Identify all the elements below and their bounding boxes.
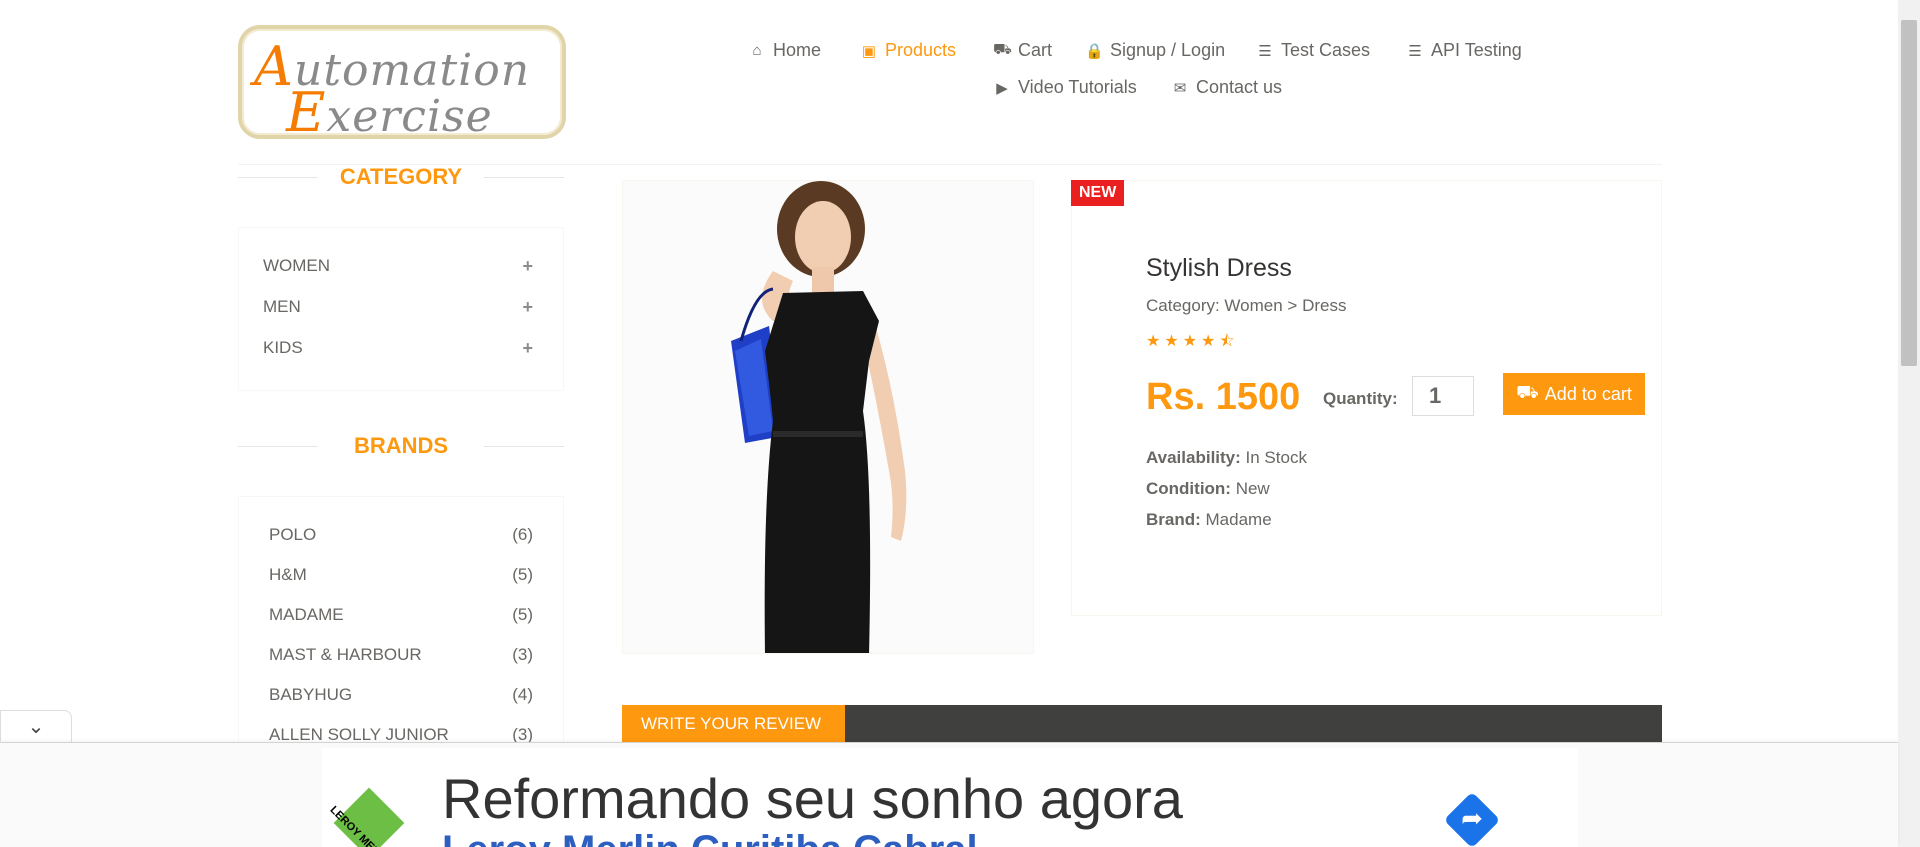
brands-title: BRANDS — [238, 433, 564, 459]
list-icon: ☰ — [1408, 42, 1422, 60]
ad-subtitle: Leroy Merlin Curitiba Cabral — [442, 828, 978, 847]
arrow-right-icon: ➦ — [1461, 803, 1483, 833]
product-name: Stylish Dress — [1146, 254, 1292, 282]
home-icon: ⌂ — [752, 42, 762, 59]
nav-contact-us[interactable]: ✉ Contact us — [1171, 77, 1282, 98]
category-title: CATEGORY — [238, 164, 564, 190]
star-icon: ★ — [1164, 333, 1183, 350]
ad-title: Reformando seu sonho agora — [442, 767, 1183, 830]
condition: Condition: New — [1146, 479, 1270, 498]
plus-icon[interactable]: + — [522, 256, 533, 277]
product-photo-illustration — [623, 181, 1033, 653]
ad-collapse-button[interactable]: ⌄ — [0, 710, 72, 742]
product-image — [622, 180, 1034, 654]
cart-icon: ⛟ — [993, 41, 1012, 58]
lock-icon: 🔒 — [1085, 42, 1104, 60]
briefcase-icon: ▣ — [861, 42, 877, 60]
quantity-label: Quantity: — [1323, 389, 1398, 408]
envelope-icon: ✉ — [1173, 79, 1187, 97]
ad-content[interactable]: LEROY MERLIN Reformando seu sonho agora … — [322, 748, 1578, 847]
category-women[interactable]: WOMEN + — [263, 255, 533, 277]
brand-item-hm[interactable]: H&M (5) — [269, 564, 533, 586]
star-icon: ★ — [1146, 333, 1165, 350]
brand-item-madame[interactable]: MADAME (5) — [269, 604, 533, 626]
category-panel: WOMEN + MEN + KIDS + — [238, 227, 564, 391]
nav-cart[interactable]: ⛟ Cart — [993, 40, 1052, 61]
add-to-cart-button[interactable]: ⛟ Add to cart — [1503, 373, 1645, 415]
nav-home[interactable]: ⌂ Home — [748, 40, 821, 61]
quantity-input[interactable] — [1412, 376, 1474, 416]
cart-icon: ⛟ — [1516, 382, 1539, 402]
nav-video-tutorials[interactable]: ▶ Video Tutorials — [993, 77, 1137, 98]
nav-signup-login[interactable]: 🔒 Signup / Login — [1085, 40, 1225, 61]
availability: Availability: In Stock — [1146, 448, 1307, 467]
rating-stars: ★★★★⯪ — [1146, 330, 1239, 357]
plus-icon[interactable]: + — [522, 297, 533, 318]
logo-line-2: Exercise — [286, 81, 493, 144]
plus-icon[interactable]: + — [522, 338, 533, 359]
star-icon: ★ — [1182, 333, 1202, 350]
youtube-icon: ▶ — [996, 79, 1008, 97]
nav-api-testing[interactable]: ☰ API Testing — [1406, 40, 1521, 61]
star-icon: ★ — [1201, 333, 1220, 350]
site-logo[interactable]: Automation Exercise — [238, 25, 566, 144]
brands-panel: POLO (6) H&M (5) MADAME (5) MAST & HARBOUR(… — [238, 496, 564, 756]
brand: Brand: Madame — [1146, 510, 1272, 529]
category-men[interactable]: MEN + — [263, 296, 533, 318]
product-price: Rs. 1500 — [1146, 376, 1301, 418]
scrollbar-thumb[interactable] — [1901, 20, 1917, 366]
main-nav: ⌂ Home ▣ Products ⛟ Cart 🔒 Signup / Login ☰ T… — [730, 38, 1550, 108]
brand-item-babyhug[interactable]: BABYHUG (4) — [269, 684, 533, 706]
category-kids[interactable]: KIDS + — [263, 337, 533, 359]
tab-write-review[interactable]: WRITE YOUR REVIEW — [622, 705, 845, 743]
list-icon: ☰ — [1258, 42, 1272, 60]
brand-item-polo[interactable]: POLO (6) — [269, 524, 533, 546]
brand-item-mast-harbour[interactable]: MAST & HARBOUR (3) — [269, 644, 533, 666]
nav-test-cases[interactable]: ☰ Test Cases — [1256, 40, 1370, 61]
half-star-icon: ⯪ — [1219, 333, 1239, 350]
product-category: Category: Women > Dress — [1146, 296, 1347, 315]
chevron-down-icon: ⌄ — [27, 716, 45, 738]
new-badge: NEW — [1071, 180, 1125, 206]
nav-products[interactable]: ▣ Products — [860, 40, 956, 61]
